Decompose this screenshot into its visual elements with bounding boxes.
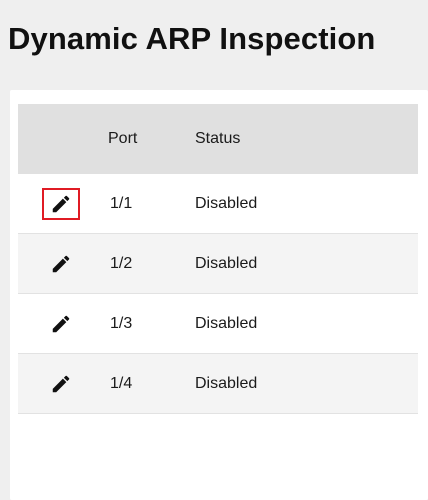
table-row: 1/4 Disabled (18, 354, 418, 414)
pencil-icon (52, 195, 70, 213)
port-cell: 1/4 (110, 375, 133, 392)
pencil-icon (52, 315, 70, 333)
status-cell: Disabled (195, 315, 258, 332)
table-row: 1/1 Disabled (18, 174, 418, 234)
port-cell: 1/3 (110, 315, 133, 332)
table-row: 1/3 Disabled (18, 294, 418, 354)
status-cell: Disabled (195, 255, 258, 272)
edit-button[interactable] (42, 248, 80, 280)
page-title: Dynamic ARP Inspection (8, 21, 376, 56)
pencil-icon (52, 255, 70, 273)
port-cell: 1/1 (110, 195, 133, 212)
port-cell: 1/2 (110, 255, 133, 272)
table-row: 1/2 Disabled (18, 234, 418, 294)
column-header-status[interactable]: Status (195, 104, 240, 174)
status-cell: Disabled (195, 195, 258, 212)
edit-button[interactable] (42, 308, 80, 340)
table-header: Port Status (18, 104, 418, 174)
column-header-port[interactable]: Port (108, 104, 137, 174)
status-cell: Disabled (195, 375, 258, 392)
edit-button[interactable] (42, 368, 80, 400)
port-table: Port Status 1/1 Disabled 1/2 Disabled 1/… (18, 104, 418, 414)
edit-button[interactable] (42, 188, 80, 220)
pencil-icon (52, 375, 70, 393)
